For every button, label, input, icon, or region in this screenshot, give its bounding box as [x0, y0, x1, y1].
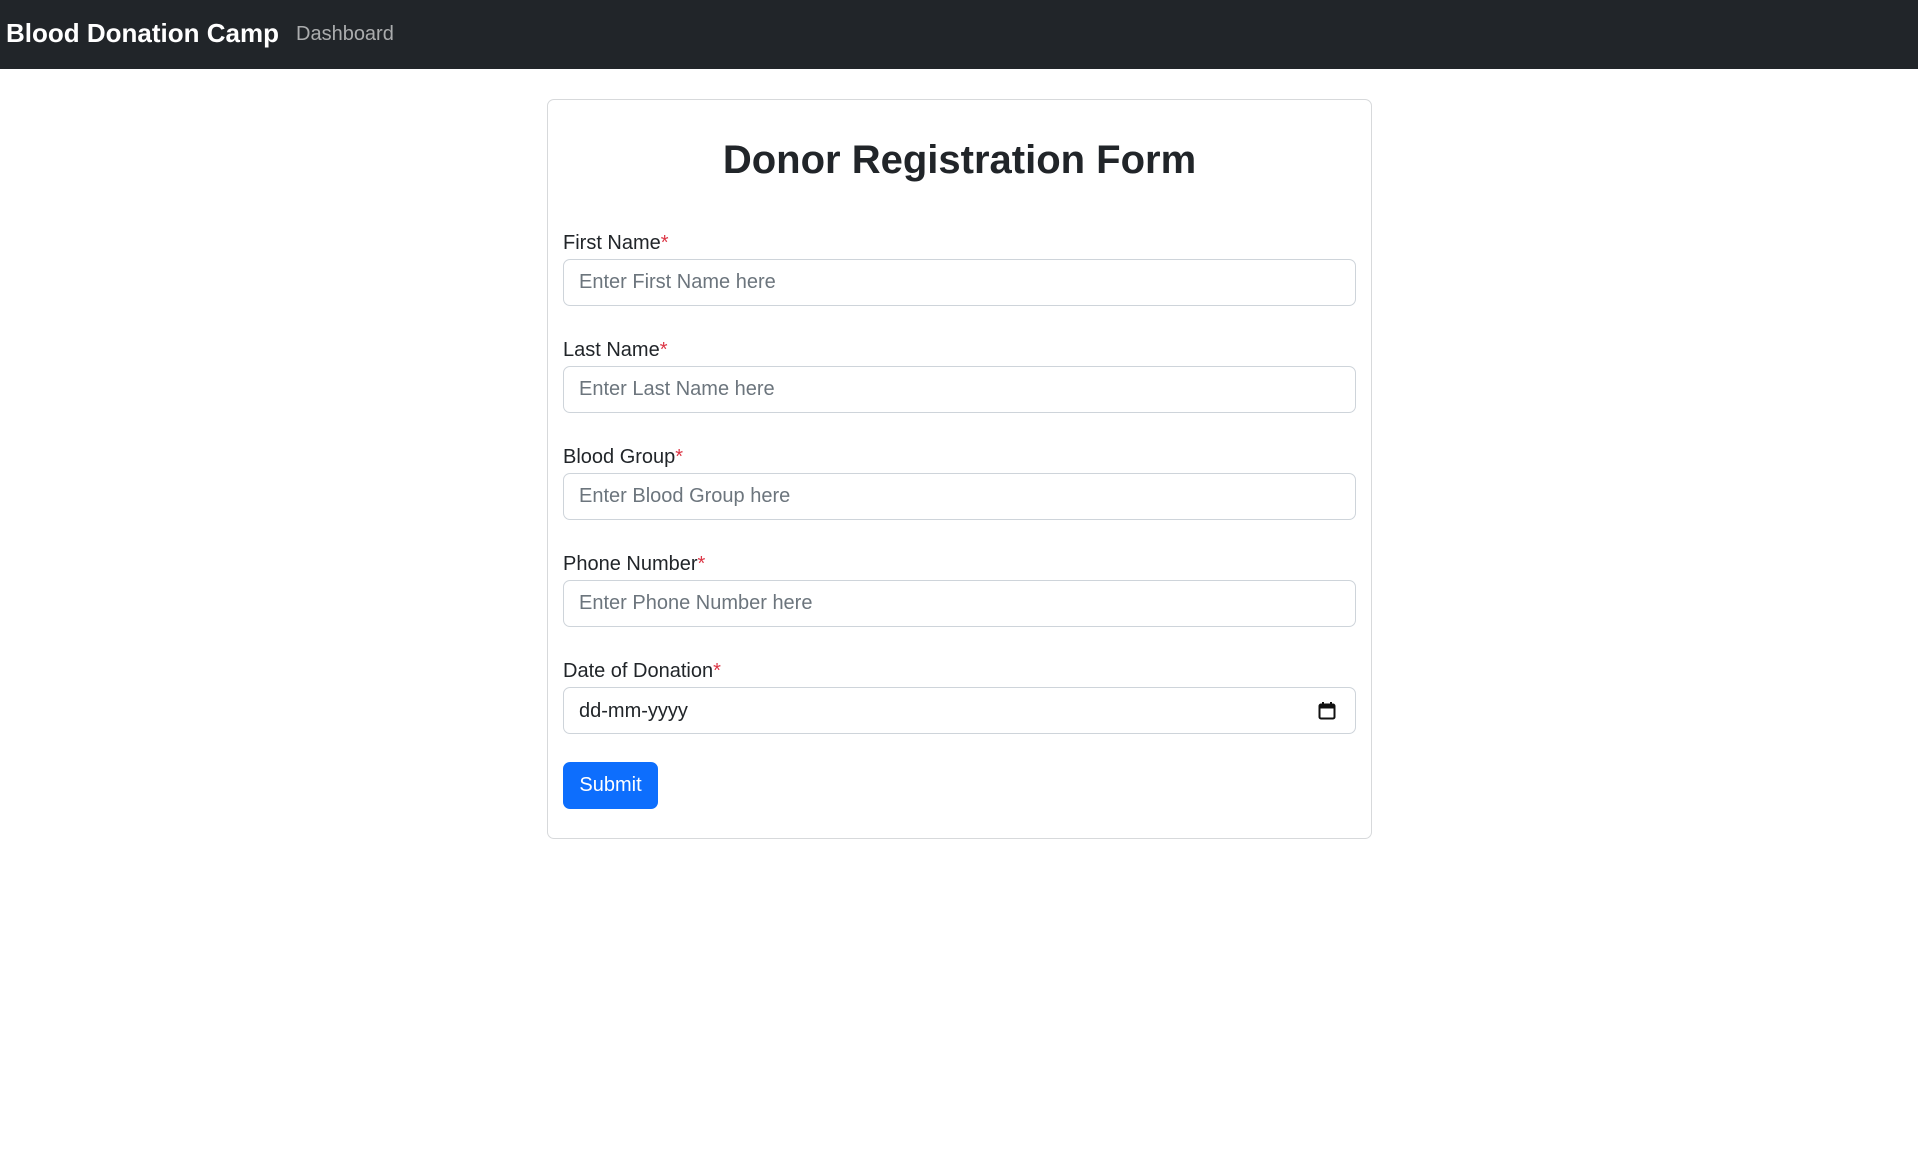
last-name-label-text: Last Name: [563, 339, 660, 361]
submit-button[interactable]: Submit: [563, 762, 658, 809]
required-marker: *: [659, 339, 668, 361]
blood-group-label: Blood Group*: [563, 446, 683, 469]
first-name-label: First Name*: [563, 232, 669, 255]
date-of-donation-label-text: Date of Donation: [563, 660, 714, 682]
first-name-label-text: First Name: [563, 232, 661, 254]
blood-group-input[interactable]: [563, 473, 1356, 520]
phone-number-label: Phone Number*: [563, 553, 705, 576]
form-title: Donor Registration Form: [722, 138, 1197, 182]
date-of-donation-input[interactable]: dd-mm-yyyy: [563, 687, 1356, 734]
required-marker: *: [713, 660, 721, 682]
date-of-donation-label: Date of Donation*: [563, 660, 721, 683]
navbar-brand[interactable]: Blood Donation Camp: [6, 18, 279, 49]
navbar: Blood Donation Camp Dashboard: [0, 0, 1918, 69]
required-marker: *: [660, 232, 669, 254]
calendar-icon[interactable]: [1317, 701, 1337, 721]
last-name-input[interactable]: [563, 366, 1356, 413]
last-name-label: Last Name*: [563, 339, 668, 362]
nav-link-dashboard[interactable]: Dashboard: [296, 23, 394, 46]
phone-number-input[interactable]: [563, 580, 1356, 627]
required-marker: *: [697, 553, 706, 575]
date-placeholder: dd-mm-yyyy: [579, 700, 688, 722]
phone-number-label-text: Phone Number: [563, 553, 698, 575]
required-marker: *: [675, 446, 684, 468]
registration-card: Donor Registration Form First Name* Last…: [547, 99, 1372, 839]
blood-group-label-text: Blood Group: [563, 446, 676, 468]
first-name-input[interactable]: [563, 259, 1356, 306]
